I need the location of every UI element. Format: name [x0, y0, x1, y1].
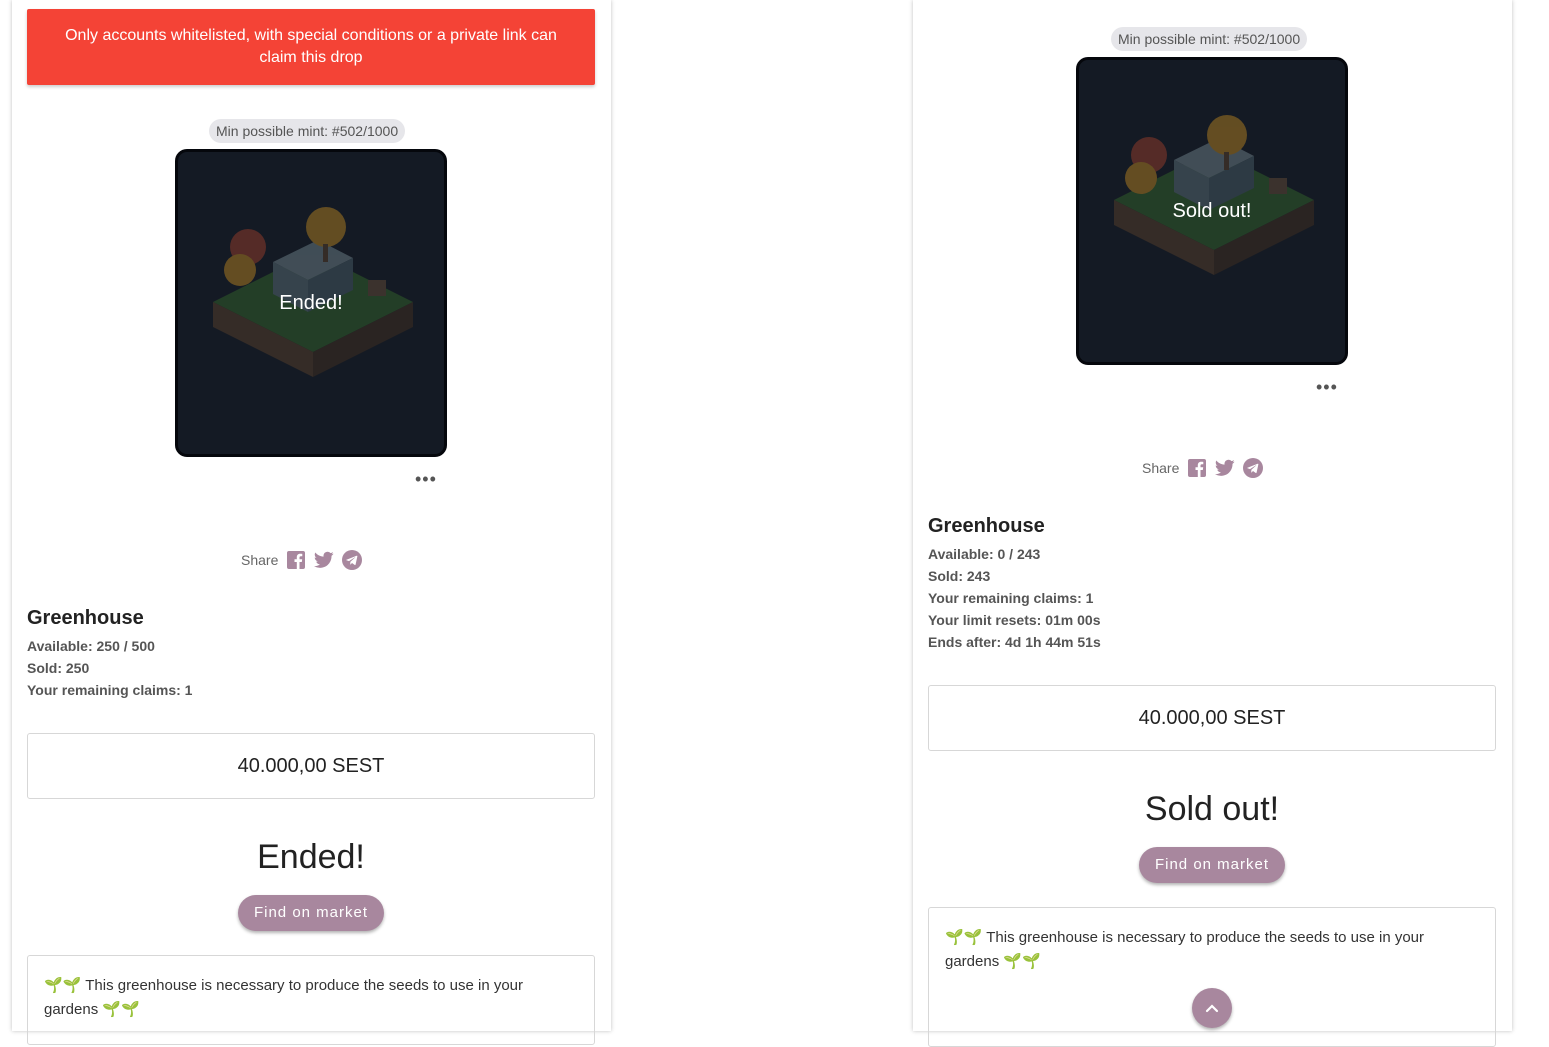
price-box: 40.000,00 SEST — [27, 733, 595, 799]
facebook-icon[interactable] — [1187, 458, 1207, 478]
sold-count: Sold: 250 — [27, 660, 90, 676]
drop-title: Greenhouse — [928, 515, 1045, 537]
telegram-icon[interactable] — [342, 550, 363, 570]
share-label: Share — [1142, 460, 1180, 476]
available-count: Available: 0 / 243 — [928, 546, 1041, 562]
limit-resets: Your limit resets: 01m 00s — [928, 612, 1101, 628]
sprout-icon: 🌱🌱 — [44, 977, 82, 994]
sprout-icon: 🌱🌱 — [102, 1001, 140, 1018]
drop-stats: Available: 250 / 500 Sold: 250 Your rema… — [27, 635, 192, 701]
twitter-icon[interactable] — [1215, 458, 1236, 478]
telegram-icon[interactable] — [1243, 458, 1264, 478]
status-heading: Sold out! — [1144, 790, 1280, 828]
twitter-icon[interactable] — [314, 550, 335, 570]
share-label: Share — [241, 552, 279, 568]
available-count: Available: 250 / 500 — [27, 638, 155, 654]
find-on-market-button[interactable]: Find on market — [238, 895, 384, 931]
status-heading: Ended! — [257, 838, 365, 876]
chevron-up-icon — [1205, 1004, 1219, 1013]
whitelist-alert: Only accounts whitelisted, with special … — [27, 9, 595, 85]
drop-card-left: Only accounts whitelisted, with special … — [12, 0, 611, 1045]
price-box: 40.000,00 SEST — [928, 685, 1496, 751]
share-row: Share — [241, 550, 363, 570]
more-options-icon[interactable]: ••• — [415, 470, 437, 488]
scroll-top-button[interactable] — [1192, 988, 1232, 1028]
min-mint-chip: Min possible mint: #502/1000 — [209, 119, 406, 143]
sold-count: Sold: 243 — [928, 568, 991, 584]
ends-after: Ends after: 4d 1h 44m 51s — [928, 634, 1101, 650]
drop-card-right: Min possible mint: #502/1000 Sold out! •… — [913, 0, 1512, 1047]
facebook-icon[interactable] — [286, 550, 306, 570]
nft-image[interactable]: Ended! — [175, 149, 447, 457]
ended-overlay: Ended! — [279, 292, 343, 314]
nft-image[interactable]: Sold out! — [1076, 57, 1348, 365]
find-on-market-button[interactable]: Find on market — [1139, 847, 1285, 883]
drop-title: Greenhouse — [27, 607, 144, 629]
remaining-claims: Your remaining claims: 1 — [27, 682, 193, 698]
remaining-claims: Your remaining claims: 1 — [928, 590, 1094, 606]
min-mint-chip: Min possible mint: #502/1000 — [1111, 27, 1308, 51]
share-row: Share — [1142, 458, 1264, 478]
sold-out-overlay: Sold out! — [1172, 200, 1252, 222]
drop-stats: Available: 0 / 243 Sold: 243 Your remain… — [928, 543, 1101, 653]
sprout-icon: 🌱🌱 — [1003, 953, 1041, 970]
more-options-icon[interactable]: ••• — [1316, 378, 1338, 396]
description-box: 🌱🌱 This greenhouse is necessary to produ… — [27, 955, 595, 1045]
sprout-icon: 🌱🌱 — [945, 929, 983, 946]
